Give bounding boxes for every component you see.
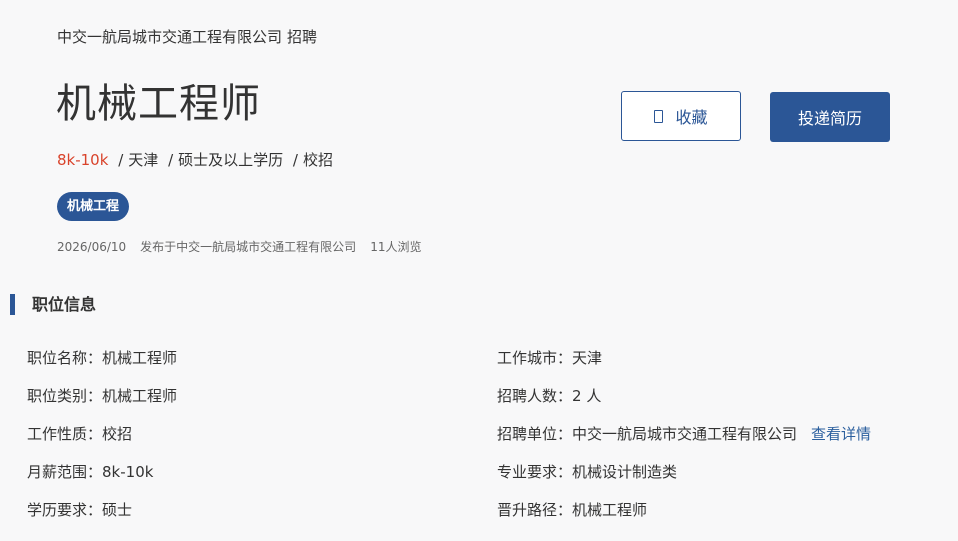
education: 硕士及以上学历 (178, 151, 284, 169)
view-count: 11人浏览 (370, 240, 422, 254)
info-value: 机械设计制造类 (572, 463, 678, 481)
apply-label: 投递简历 (797, 109, 862, 128)
favorite-button[interactable]: 收藏 (621, 91, 741, 141)
info-label: 职位类别： (27, 387, 103, 405)
view-details-link[interactable]: 查看详情 (811, 425, 871, 443)
info-value: 8k-10k (102, 463, 154, 481)
info-value: 机械工程师 (572, 501, 648, 519)
job-title: 机械工程师 (56, 81, 261, 127)
info-value: 硕士 (102, 501, 133, 519)
info-label: 招聘人数： (497, 387, 573, 405)
info-label: 工作性质： (27, 425, 103, 443)
published-by: 发布于中交一航局城市交通工程有限公司 (140, 240, 357, 254)
info-value: 2 人 (572, 387, 602, 405)
bookmark-icon (654, 109, 664, 123)
section-accent-bar (10, 294, 15, 315)
info-label: 晋升路径： (497, 501, 573, 519)
info-label: 学历要求： (27, 501, 103, 519)
info-promotion-path: 晋升路径：机械工程师 (497, 500, 647, 520)
info-education: 学历要求：硕士 (27, 500, 132, 520)
info-label: 月薪范围： (27, 463, 103, 481)
company-name[interactable]: 中交一航局城市交通工程有限公司 (57, 28, 282, 46)
info-label: 职位名称： (27, 349, 103, 367)
info-label: 工作城市： (497, 349, 573, 367)
job-detail-page: 中交一航局城市交通工程有限公司 招聘 机械工程师 8k-10k / 天津 / 硕士及以… (0, 0, 958, 541)
info-value: 校招 (102, 425, 133, 443)
company-header: 中交一航局城市交通工程有限公司 招聘 (57, 26, 317, 47)
apply-button[interactable]: 投递简历 (770, 92, 890, 142)
info-job-category: 职位类别：机械工程师 (27, 386, 177, 406)
info-value: 中交一航局城市交通工程有限公司 (572, 425, 798, 443)
info-work-city: 工作城市：天津 (497, 348, 602, 368)
info-job-nature: 工作性质：校招 (27, 424, 132, 444)
info-label: 招聘单位： (497, 425, 573, 443)
info-salary-range: 月薪范围：8k-10k (27, 462, 153, 482)
favorite-label: 收藏 (675, 108, 708, 127)
separator: / (168, 151, 174, 169)
city: 天津 (128, 151, 159, 169)
info-employer: 招聘单位：中交一航局城市交通工程有限公司 查看详情 (497, 424, 871, 444)
category-tag: 机械工程 (57, 192, 130, 221)
job-summary: 8k-10k / 天津 / 硕士及以上学历 / 校招 (57, 149, 333, 170)
info-value: 机械工程师 (102, 387, 178, 405)
job-type: 校招 (302, 151, 333, 169)
separator: / (292, 151, 298, 169)
post-meta: 2026/06/10 发布于中交一航局城市交通工程有限公司 11人浏览 (57, 238, 421, 255)
info-label: 专业要求： (497, 463, 573, 481)
info-job-name: 职位名称：机械工程师 (27, 348, 177, 368)
post-date: 2026/06/10 (57, 240, 127, 254)
separator: / (118, 151, 124, 169)
info-value: 天津 (572, 349, 603, 367)
salary: 8k-10k (57, 151, 109, 169)
section-title: 职位信息 (32, 295, 97, 314)
info-value: 机械工程师 (102, 349, 178, 367)
recruit-suffix: 招聘 (287, 28, 318, 46)
info-headcount: 招聘人数：2 人 (497, 386, 601, 406)
info-major: 专业要求：机械设计制造类 (497, 462, 677, 482)
